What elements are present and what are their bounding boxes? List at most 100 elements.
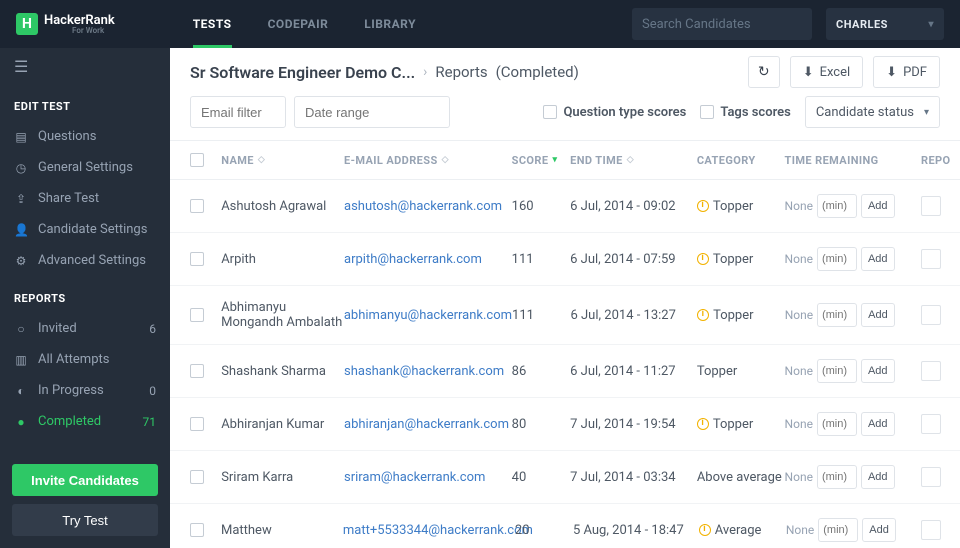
add-time-button[interactable]: Add [861,359,895,383]
report-action[interactable] [921,414,941,434]
share-icon: ⇪ [14,192,28,206]
sidebar-item-advanced-settings[interactable]: ⚙Advanced Settings [0,245,170,276]
download-icon: ⬇ [803,65,814,80]
minutes-input[interactable] [817,465,857,489]
user-icon: 👤 [14,223,28,237]
cell-name: Sriram Karra [221,470,344,485]
row-checkbox[interactable] [190,199,204,213]
report-action[interactable] [921,520,941,540]
col-end-time[interactable]: END TIME◇ [570,154,697,167]
table-row: Matthew matt+5533344@hackerrank.com 20 5… [170,504,960,548]
cell-name: Matthew [221,523,343,538]
sort-icon: ◇ [442,155,449,165]
select-all-checkbox[interactable] [190,153,204,167]
minutes-input[interactable] [818,518,858,542]
tags-scores-checkbox[interactable]: Tags scores [700,105,790,120]
row-checkbox[interactable] [190,364,204,378]
chevron-down-icon: ▾ [924,107,929,118]
time-none: None [785,252,813,266]
add-time-button[interactable]: Add [861,465,895,489]
excel-label: Excel [820,65,851,80]
email-filter-input[interactable] [190,96,286,128]
export-pdf-button[interactable]: ⬇ PDF [873,56,940,88]
logo[interactable]: H HackerRank For Work [16,13,115,35]
cell-name: Abhimanyu Mongandh Ambalath [221,300,344,330]
email-link[interactable]: arpith@hackerrank.com [344,252,482,267]
cell-category: Above average [697,470,785,485]
sidebar-item-label: Advanced Settings [38,253,146,268]
email-link[interactable]: abhimanyu@hackerrank.com [344,308,512,323]
minutes-input[interactable] [817,247,857,271]
sidebar-head-reports: REPORTS [0,276,170,313]
cell-report [921,249,960,269]
date-range-input[interactable] [294,96,450,128]
sidebar-item-share-test[interactable]: ⇪Share Test [0,183,170,214]
nav-codepair[interactable]: CODEPAIR [250,0,347,48]
add-time-button[interactable]: Add [862,518,896,542]
sort-icon: ◇ [627,155,634,165]
add-time-button[interactable]: Add [861,412,895,436]
sidebar-item-general-settings[interactable]: ◷General Settings [0,152,170,183]
qtype-label: Question type scores [563,105,686,120]
export-excel-button[interactable]: ⬇ Excel [790,56,863,88]
sidebar-item-in-progress[interactable]: ◐In Progress0 [0,375,170,406]
report-action[interactable] [921,249,941,269]
email-link[interactable]: matt+5533344@hackerrank.com [343,523,533,538]
col-score[interactable]: SCORE▾ [512,154,570,167]
sidebar-item-questions[interactable]: ▤Questions [0,121,170,152]
table-row: Ashutosh Agrawal ashutosh@hackerrank.com… [170,180,960,233]
sidebar-item-candidate-settings[interactable]: 👤Candidate Settings [0,214,170,245]
dot-icon: ● [14,415,28,429]
email-link[interactable]: abhiranjan@hackerrank.com [344,417,509,432]
col-name[interactable]: NAME◇ [221,154,344,167]
report-action[interactable] [921,305,941,325]
breadcrumb-sub: Reports [435,63,487,81]
table-header: NAME◇ E-MAIL ADDRESS◇ SCORE▾ END TIME◇ C… [170,140,960,180]
try-test-button[interactable]: Try Test [12,504,158,536]
report-action[interactable] [921,196,941,216]
bar-icon: ▥ [14,353,28,367]
question-type-scores-checkbox[interactable]: Question type scores [543,105,686,120]
minutes-input[interactable] [817,359,857,383]
refresh-button[interactable]: ↻ [748,56,780,88]
cell-score: 160 [512,199,570,214]
minutes-input[interactable] [817,412,857,436]
row-checkbox[interactable] [190,308,204,322]
add-time-button[interactable]: Add [861,194,895,218]
sidebar-item-invited[interactable]: ○Invited6 [0,313,170,344]
pdf-label: PDF [903,65,927,80]
candidate-status-dropdown[interactable]: Candidate status ▾ [805,96,940,128]
email-link[interactable]: ashutosh@hackerrank.com [344,199,502,214]
cell-category: Topper [697,199,785,214]
nav-library[interactable]: LIBRARY [346,0,434,48]
cell-email: abhimanyu@hackerrank.com [344,308,512,323]
minutes-input[interactable] [817,194,857,218]
sidebar-item-label: Completed [38,414,101,429]
minutes-input[interactable] [817,303,857,327]
report-action[interactable] [921,467,941,487]
col-email[interactable]: E-MAIL ADDRESS◇ [344,154,512,167]
invite-candidates-button[interactable]: Invite Candidates [12,464,158,496]
add-time-button[interactable]: Add [861,247,895,271]
row-checkbox[interactable] [190,523,204,537]
cell-name: Arpith [221,252,344,267]
row-checkbox[interactable] [190,417,204,431]
row-checkbox[interactable] [190,470,204,484]
email-link[interactable]: shashank@hackerrank.com [344,364,504,379]
user-menu[interactable]: CHARLES ▾ [826,8,944,40]
sidebar-item-all-attempts[interactable]: ▥All Attempts [0,344,170,375]
sidebar-item-completed[interactable]: ●Completed71 [0,406,170,437]
breadcrumb-main[interactable]: Sr Software Engineer Demo C... [190,63,415,82]
col-time-remaining: TIME REMAINING [785,154,921,167]
nav-tests[interactable]: TESTS [175,0,250,48]
col-report: REPO [921,154,960,167]
col-category[interactable]: CATEGORY [697,154,785,167]
email-link[interactable]: sriram@hackerrank.com [344,470,485,485]
search-input[interactable]: Search Candidates [632,8,812,40]
cell-end-time: 6 Jul, 2014 - 13:27 [570,308,697,323]
hamburger-icon[interactable]: ☰ [0,48,170,84]
row-checkbox[interactable] [190,252,204,266]
user-name: CHARLES [836,18,888,31]
add-time-button[interactable]: Add [861,303,895,327]
report-action[interactable] [921,361,941,381]
